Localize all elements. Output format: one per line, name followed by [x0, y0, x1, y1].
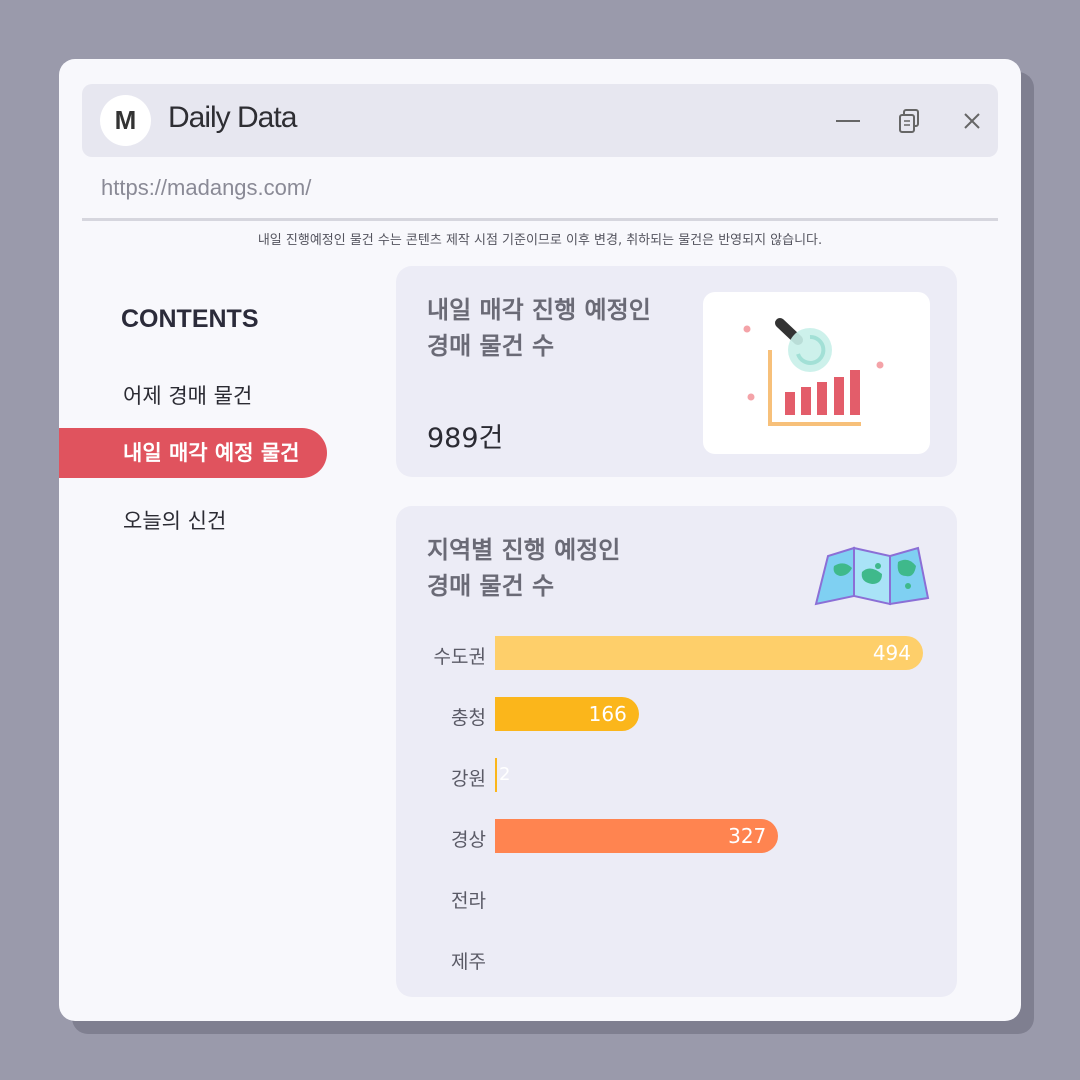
- sidebar-heading: CONTENTS: [121, 305, 259, 333]
- region-card: 지역별 진행 예정인 경매 물건 수 수도권 494 충청 166 강원 2 경상 327 전라…: [396, 506, 957, 997]
- region-bar: 327: [495, 819, 779, 853]
- summary-card-title: 내일 매각 진행 예정인 경매 물건 수: [427, 296, 651, 360]
- region-bar: 2: [495, 758, 510, 792]
- region-label: 충청: [451, 707, 486, 729]
- chart-illustration: [703, 292, 930, 454]
- restore-icon[interactable]: [895, 106, 925, 136]
- url-divider: [82, 218, 998, 221]
- app-title: Daily Data: [168, 101, 297, 134]
- bar-value-label: 166: [588, 702, 627, 726]
- sidebar-item-today-new[interactable]: 오늘의 신건: [59, 496, 327, 546]
- summary-card: 내일 매각 진행 예정인 경매 물건 수 989건: [396, 266, 957, 477]
- url-bar[interactable]: https://madangs.com/: [101, 175, 311, 201]
- app-window: M Daily Data https://madangs.com/ 내일 진행예…: [59, 59, 1021, 1021]
- region-card-title: 지역별 진행 예정인 경매 물건 수: [427, 536, 621, 600]
- region-label: 경상: [451, 829, 486, 851]
- app-logo: M: [100, 95, 151, 146]
- analytics-magnifier-icon: [743, 318, 884, 426]
- bar-value-label: 2: [499, 764, 511, 785]
- sidebar-item-yesterday-auctions[interactable]: 어제 경매 물건: [59, 371, 327, 421]
- sidebar-item-tomorrow-sales[interactable]: 내일 매각 예정 물건: [59, 428, 327, 478]
- region-bar: 494: [495, 636, 923, 670]
- notice-text: 내일 진행예정인 물건 수는 콘텐츠 제작 시점 기준이므로 이후 변경, 취하…: [257, 233, 823, 248]
- minimize-icon[interactable]: [833, 106, 863, 136]
- auction-count: 989건: [427, 423, 504, 454]
- bar-value-label: 494: [872, 641, 911, 665]
- title-bar: M Daily Data: [82, 84, 998, 157]
- region-label: 제주: [451, 951, 486, 973]
- region-label: 수도권: [433, 646, 486, 668]
- region-label: 전라: [451, 890, 486, 912]
- region-bar: 166: [495, 697, 639, 731]
- bar-value-label: 327: [728, 824, 767, 848]
- region-label: 강원: [451, 768, 486, 790]
- map-icon: [814, 546, 930, 606]
- close-icon[interactable]: [957, 106, 987, 136]
